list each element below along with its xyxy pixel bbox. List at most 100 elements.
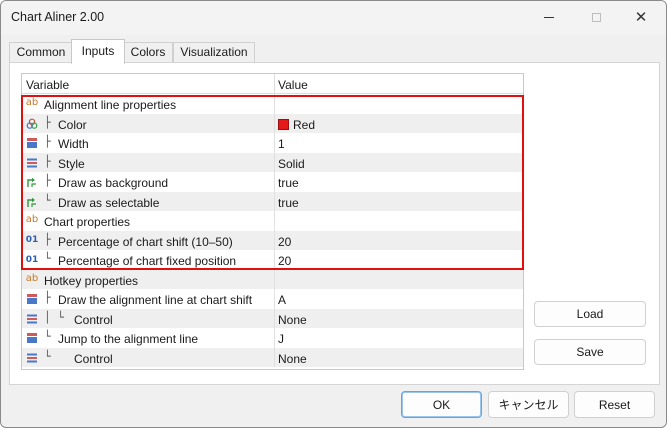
group-row[interactable]: ab Chart properties xyxy=(22,211,523,231)
minimize-button[interactable] xyxy=(526,1,572,33)
save-button[interactable]: Save xyxy=(534,339,646,365)
column-divider[interactable] xyxy=(274,74,275,94)
grid-header: Variable Value xyxy=(22,74,523,94)
group-row[interactable]: ab Alignment line properties xyxy=(22,94,523,114)
property-value[interactable]: Red xyxy=(278,118,315,132)
property-name: Alignment line properties xyxy=(44,98,177,112)
ab-icon: ab xyxy=(25,97,39,108)
close-icon: ✕ xyxy=(634,9,648,26)
tree-connector: ├ xyxy=(44,232,51,246)
reset-button[interactable]: Reset xyxy=(574,391,655,418)
property-name: Control xyxy=(74,351,113,366)
group-row[interactable]: ab Hotkey properties xyxy=(22,269,523,289)
property-name: Control xyxy=(74,312,113,327)
property-name: Style xyxy=(58,156,85,171)
minimize-icon xyxy=(544,16,554,18)
property-name: Draw as selectable xyxy=(58,195,160,210)
cancel-button[interactable]: キャンセル xyxy=(488,391,569,418)
property-name: Chart properties xyxy=(44,215,131,229)
property-name: Jump to the alignment line xyxy=(58,332,199,346)
tree-connector: ├ xyxy=(44,154,51,168)
tree-connector: ├ xyxy=(44,174,51,187)
property-value[interactable]: 20 xyxy=(278,235,291,249)
cell-divider xyxy=(274,250,275,270)
property-value[interactable]: J xyxy=(278,332,284,346)
ok-button[interactable]: OK xyxy=(401,391,482,418)
property-row[interactable]: ├ Draw the alignment line at chart shift A xyxy=(22,289,523,309)
dialog-window: Chart Aliner 2.00 ✕ Common Inputs Colors… xyxy=(0,0,667,428)
property-name: Hotkey properties xyxy=(44,273,139,288)
cell-divider xyxy=(274,230,275,250)
color-icon xyxy=(26,118,38,130)
cell-divider xyxy=(274,308,275,328)
property-value[interactable]: None xyxy=(278,313,307,327)
number-icon: 01 xyxy=(25,235,39,245)
tree-connector: └ xyxy=(44,349,51,363)
close-button[interactable]: ✕ xyxy=(618,1,664,33)
property-row[interactable]: 01 └ Percentage of chart fixed position 20 xyxy=(22,250,523,270)
property-row[interactable]: ├ Draw as background true xyxy=(22,172,523,192)
style-icon xyxy=(26,157,38,169)
tree-connector: ├ xyxy=(44,115,51,129)
ab-icon: ab xyxy=(25,272,39,284)
tree-connector: └ xyxy=(44,330,51,343)
tree-connector: └ xyxy=(44,193,51,207)
property-row[interactable]: 01 ├ Percentage of chart shift (10–50) 20 xyxy=(22,230,523,250)
property-value[interactable]: 20 xyxy=(278,254,291,268)
cell-divider xyxy=(274,328,275,348)
property-value[interactable]: 1 xyxy=(278,137,285,151)
property-value[interactable]: A xyxy=(278,293,286,307)
cell-divider xyxy=(274,289,275,309)
column-header-variable[interactable]: Variable xyxy=(26,78,69,92)
style-icon xyxy=(26,352,38,364)
toggle-icon xyxy=(26,176,38,188)
toggle-icon xyxy=(26,196,38,208)
property-name: Color xyxy=(58,117,87,132)
load-button[interactable]: Load xyxy=(534,301,646,327)
property-row[interactable]: ├ Color Red xyxy=(22,113,523,133)
tab-common[interactable]: Common xyxy=(9,42,73,63)
property-row[interactable]: └ Jump to the alignment line J xyxy=(22,328,523,348)
cell-divider xyxy=(274,113,275,133)
property-value[interactable]: Solid xyxy=(278,157,305,171)
width-icon xyxy=(26,332,38,344)
property-row[interactable]: ├ Width 1 xyxy=(22,133,523,153)
color-swatch xyxy=(278,118,289,130)
tree-connector: │ └ xyxy=(44,310,64,324)
ab-icon: ab xyxy=(25,214,39,225)
maximize-icon xyxy=(591,12,601,22)
cell-divider xyxy=(274,191,275,211)
property-name: Percentage of chart shift (10–50) xyxy=(58,234,233,249)
cell-divider xyxy=(274,152,275,172)
property-value[interactable]: None xyxy=(278,352,307,366)
number-icon: 01 xyxy=(25,254,39,265)
tree-connector: ├ xyxy=(44,135,51,148)
tree-connector: ├ xyxy=(44,291,51,304)
cell-divider xyxy=(274,94,275,114)
property-row[interactable]: └ Control None xyxy=(22,347,523,367)
property-value[interactable]: true xyxy=(278,176,299,190)
window-title: Chart Aliner 2.00 xyxy=(11,10,105,24)
property-row[interactable]: │ └ Control None xyxy=(22,308,523,328)
width-icon xyxy=(26,137,38,149)
cell-divider xyxy=(274,269,275,289)
column-header-value[interactable]: Value xyxy=(278,78,308,92)
tab-inputs[interactable]: Inputs xyxy=(71,39,125,64)
tab-colors[interactable]: Colors xyxy=(123,42,173,63)
property-name: Width xyxy=(58,137,89,151)
style-icon xyxy=(26,313,38,325)
property-row[interactable]: └ Draw as selectable true xyxy=(22,191,523,211)
cell-divider xyxy=(274,211,275,231)
title-bar[interactable]: Chart Aliner 2.00 ✕ xyxy=(1,1,666,35)
cell-divider xyxy=(274,347,275,367)
property-value[interactable]: true xyxy=(278,196,299,210)
inputs-grid[interactable]: Variable Value ab Alignment line properti… xyxy=(21,73,524,370)
tab-visualization[interactable]: Visualization xyxy=(173,42,255,63)
cell-divider xyxy=(274,133,275,153)
tree-connector: └ xyxy=(44,252,51,265)
property-row[interactable]: ├ Style Solid xyxy=(22,152,523,172)
cell-divider xyxy=(274,172,275,192)
property-name: Draw as background xyxy=(58,176,169,190)
color-value-text: Red xyxy=(293,117,316,132)
width-icon xyxy=(26,293,38,305)
